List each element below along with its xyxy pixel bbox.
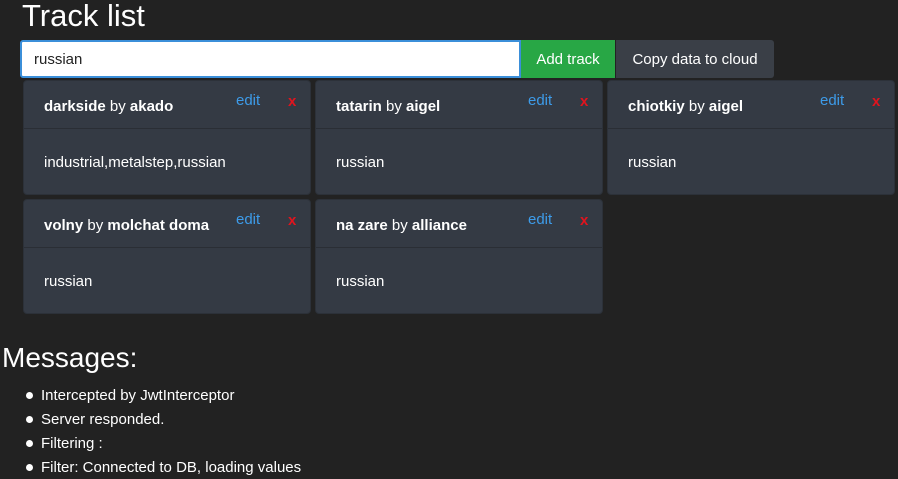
message-text: Server responded. xyxy=(41,411,165,428)
delete-track-icon[interactable]: x xyxy=(580,93,588,110)
delete-track-icon[interactable]: x xyxy=(288,93,296,110)
message-text: Intercepted by JwtInterceptor xyxy=(41,387,235,404)
message-item: Filtering : xyxy=(26,432,301,456)
copy-data-to-cloud-button[interactable]: Copy data to cloud xyxy=(616,40,774,78)
edit-track-link[interactable]: edit xyxy=(236,211,260,228)
track-title: chiotkiy by aigel xyxy=(628,97,743,117)
track-artist: aigel xyxy=(708,98,744,115)
track-name: chiotkiy xyxy=(628,98,685,115)
track-artist: alliance xyxy=(411,217,467,234)
track-title: na zare by alliance xyxy=(336,216,467,236)
track-card: na zare by alliance edit x russian xyxy=(315,199,603,314)
track-card-header: darkside by akado edit x xyxy=(24,81,310,129)
track-tags: russian xyxy=(628,154,677,171)
track-by: by xyxy=(688,98,705,115)
delete-track-icon[interactable]: x xyxy=(580,212,588,229)
track-title: volny by molchat doma xyxy=(44,216,209,236)
track-artist: molchat doma xyxy=(107,217,210,234)
track-name: volny xyxy=(44,217,84,234)
track-card: volny by molchat doma edit x russian xyxy=(23,199,311,314)
track-card: chiotkiy by aigel edit x russian xyxy=(607,80,895,195)
track-card: darkside by akado edit x industrial,meta… xyxy=(23,80,311,195)
edit-track-link[interactable]: edit xyxy=(528,211,552,228)
track-name: na zare xyxy=(336,217,388,234)
message-item: Intercepted by JwtInterceptor xyxy=(26,384,301,408)
track-title: tatarin by aigel xyxy=(336,97,440,117)
track-title: darkside by akado xyxy=(44,97,173,117)
message-item: Filter: Connected to DB, loading values xyxy=(26,456,302,479)
delete-track-icon[interactable]: x xyxy=(288,212,296,229)
message-item: Server responded. xyxy=(26,408,301,432)
track-name: tatarin xyxy=(336,98,382,115)
edit-track-link[interactable]: edit xyxy=(236,92,260,109)
add-track-button[interactable]: Add track xyxy=(521,40,615,78)
edit-track-link[interactable]: edit xyxy=(820,92,844,109)
track-artist: aigel xyxy=(406,98,441,115)
delete-track-icon[interactable]: x xyxy=(872,93,880,110)
track-card-header: chiotkiy by aigel edit x xyxy=(608,81,894,129)
toolbar: Add track Copy data to cloud xyxy=(20,40,774,78)
track-artist: akado xyxy=(129,98,174,115)
track-tags: russian xyxy=(44,273,93,290)
message-text: Filtering : xyxy=(41,435,103,452)
message-text: Filter: Connected to DB, loading values xyxy=(41,459,302,476)
track-card-header: na zare by alliance edit x xyxy=(316,200,602,248)
track-tags: russian xyxy=(336,154,385,171)
track-tags: industrial,metalstep,russian xyxy=(44,154,226,171)
messages-list: Intercepted by JwtInterceptor Server res… xyxy=(0,384,301,479)
track-tags: russian xyxy=(336,273,385,290)
edit-track-link[interactable]: edit xyxy=(528,92,552,109)
track-card: tatarin by aigel edit x russian xyxy=(315,80,603,195)
track-card-header: tatarin by aigel edit x xyxy=(316,81,602,129)
track-by: by xyxy=(109,98,126,115)
track-list-page: Track list Add track Copy data to cloud … xyxy=(0,0,898,479)
bullet-icon xyxy=(26,440,33,447)
bullet-icon xyxy=(26,392,33,399)
messages-title: Messages: xyxy=(2,342,138,373)
track-by: by xyxy=(391,217,408,234)
search-input[interactable] xyxy=(20,40,521,78)
track-name: darkside xyxy=(44,98,106,115)
track-by: by xyxy=(87,217,104,234)
track-by: by xyxy=(386,98,402,115)
page-title: Track list xyxy=(22,0,145,33)
track-card-header: volny by molchat doma edit x xyxy=(24,200,310,248)
bullet-icon xyxy=(26,464,33,471)
bullet-icon xyxy=(26,416,33,423)
